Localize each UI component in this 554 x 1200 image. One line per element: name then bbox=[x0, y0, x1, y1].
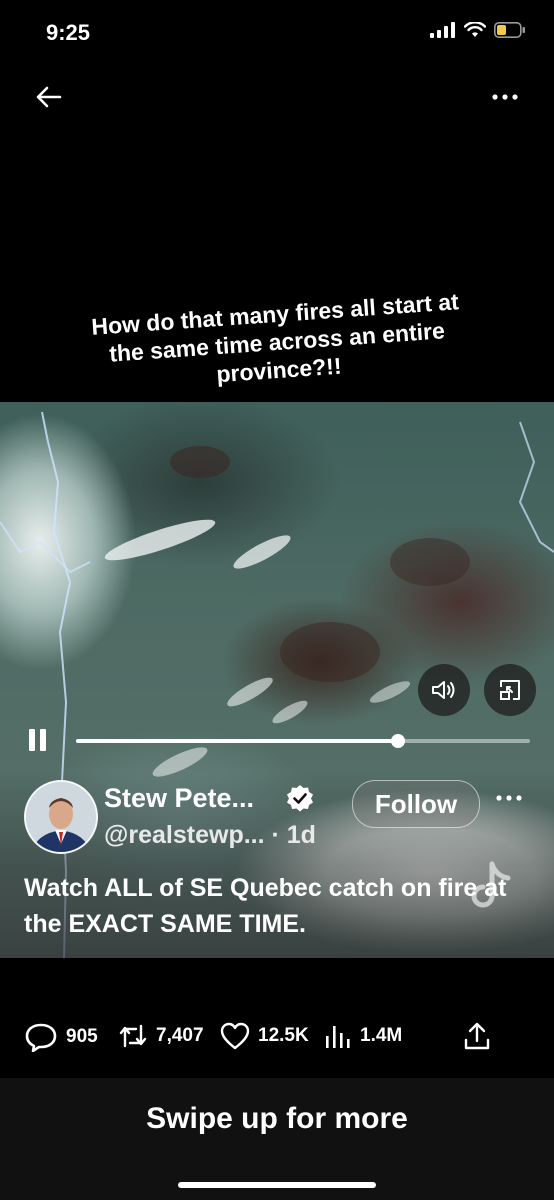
back-button[interactable] bbox=[34, 84, 64, 110]
reply-button[interactable]: 905 bbox=[24, 1022, 98, 1052]
repost-icon bbox=[119, 1024, 147, 1048]
more-horizontal-icon bbox=[492, 94, 518, 100]
wifi-icon bbox=[464, 22, 486, 37]
battery-icon bbox=[494, 22, 525, 38]
minimize-icon bbox=[500, 680, 520, 700]
post-more-button[interactable] bbox=[494, 788, 524, 808]
view-count: 1.4M bbox=[360, 1025, 403, 1046]
share-button[interactable] bbox=[464, 1022, 490, 1050]
heart-icon bbox=[220, 1022, 250, 1050]
video-progress-fill bbox=[76, 739, 399, 743]
post-age: · 1d bbox=[271, 821, 316, 849]
follow-button[interactable]: Follow bbox=[352, 780, 480, 828]
more-options-button[interactable] bbox=[490, 86, 520, 108]
status-time: 9:25 bbox=[46, 20, 91, 45]
repost-count: 7,407 bbox=[156, 1025, 204, 1046]
status-icons bbox=[430, 22, 526, 38]
video-progress-bar[interactable] bbox=[76, 734, 530, 748]
video-caption: How do that many fires all start at the … bbox=[26, 283, 529, 402]
author-handle-text: @realstewp... bbox=[104, 821, 265, 849]
more-horizontal-icon bbox=[496, 795, 522, 801]
pause-icon-bar bbox=[40, 729, 46, 751]
views-button[interactable]: 1.4M bbox=[324, 1022, 402, 1050]
share-icon bbox=[464, 1022, 490, 1050]
like-count: 12.5K bbox=[258, 1025, 309, 1046]
signal-icon bbox=[430, 22, 455, 38]
repost-button[interactable]: 7,407 bbox=[118, 1022, 204, 1050]
avatar[interactable] bbox=[24, 780, 98, 854]
picture-in-picture-button[interactable] bbox=[484, 664, 536, 716]
author-name[interactable]: Stew Pete... bbox=[104, 783, 254, 814]
engagement-bar: 905 7,407 12.5K 1.4M bbox=[24, 1022, 530, 1056]
reply-count: 905 bbox=[66, 1026, 98, 1047]
speaker-icon bbox=[432, 681, 455, 699]
avatar-image bbox=[26, 782, 96, 852]
views-icon bbox=[326, 1026, 350, 1048]
swipe-up-prompt[interactable]: Swipe up for more bbox=[0, 1102, 554, 1136]
volume-button[interactable] bbox=[418, 664, 470, 716]
pause-icon bbox=[29, 729, 35, 751]
author-handle[interactable]: @realstewp... · 1d bbox=[104, 821, 316, 850]
reply-icon bbox=[25, 1023, 57, 1052]
pause-button[interactable] bbox=[26, 727, 52, 755]
like-button[interactable]: 12.5K bbox=[220, 1022, 309, 1050]
home-indicator[interactable] bbox=[178, 1182, 376, 1188]
back-arrow-icon bbox=[36, 86, 62, 108]
verified-badge-icon bbox=[287, 785, 313, 812]
post-text: Watch ALL of SE Quebec catch on fire at … bbox=[24, 874, 507, 938]
